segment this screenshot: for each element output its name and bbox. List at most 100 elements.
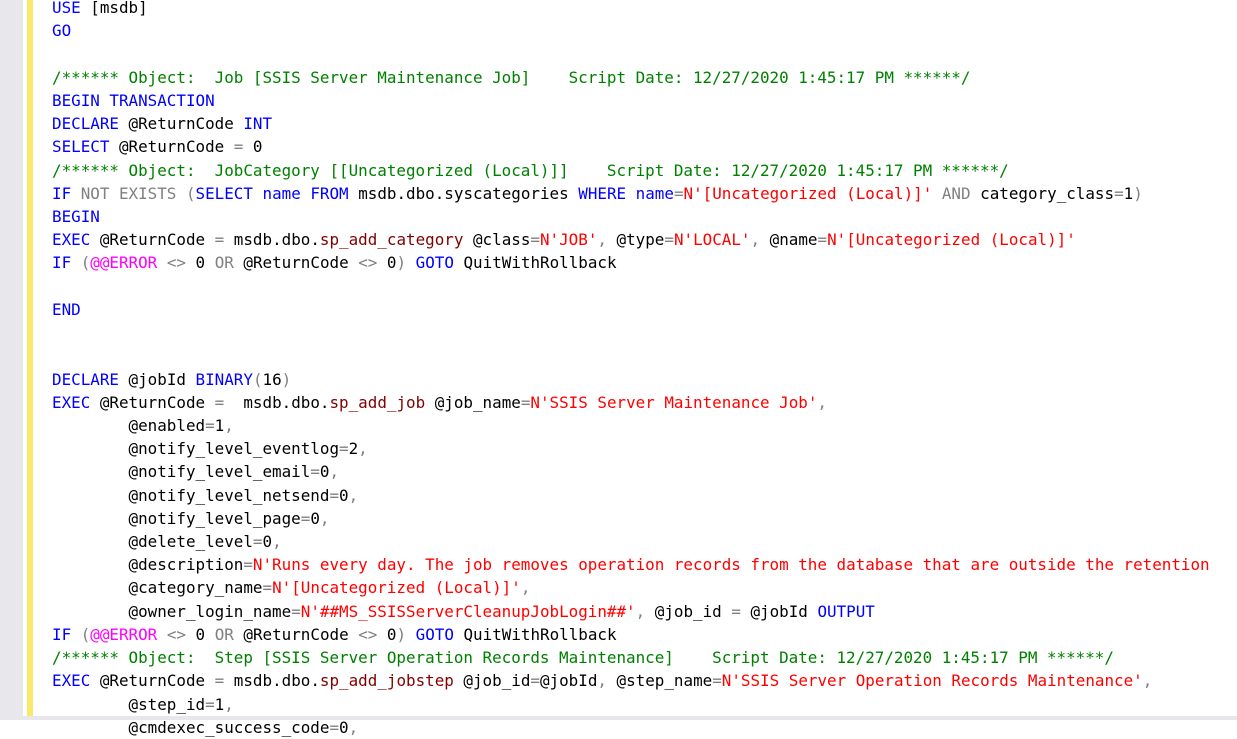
code-token: = xyxy=(233,137,244,157)
code-token: , xyxy=(1142,671,1153,691)
code-token: = xyxy=(817,230,828,250)
code-token: = xyxy=(530,671,540,691)
code-token: 0 xyxy=(195,624,206,644)
code-token: /****** Object: JobCategory [[Uncategori… xyxy=(52,160,1009,180)
code-token: @jobId xyxy=(740,601,818,621)
code-line[interactable]: EXEC @ReturnCode = msdb.dbo.sp_add_jobst… xyxy=(52,669,1237,692)
code-line[interactable]: EXEC @ReturnCode = msdb.dbo.sp_add_job @… xyxy=(52,391,1237,414)
code-token: GOTO xyxy=(415,624,454,644)
code-token: N'LOCAL' xyxy=(673,230,751,250)
code-line[interactable]: @delete_level=0, xyxy=(52,530,1237,553)
code-token: , xyxy=(319,508,330,528)
sql-code-editor[interactable]: USE [msdb] GO /****** Object: Job [SSIS S… xyxy=(52,0,1237,739)
code-line[interactable]: @notify_level_page=0, xyxy=(52,507,1237,530)
code-token: @type xyxy=(616,230,665,250)
code-token: ( xyxy=(252,369,263,389)
code-token: N'Runs every day. The job removes operat… xyxy=(252,555,1210,575)
code-line[interactable]: @description=N'Runs every day. The job r… xyxy=(52,553,1237,576)
code-token: N'[Uncategorized (Local)]' xyxy=(683,183,933,203)
code-line[interactable]: DECLARE @ReturnCode INT xyxy=(52,112,1237,135)
code-token: @delete_level xyxy=(52,532,253,552)
code-line[interactable]: USE [msdb] xyxy=(52,0,1237,19)
code-token: , xyxy=(272,532,282,552)
code-line[interactable]: /****** Object: Step [SSIS Server Operat… xyxy=(52,646,1237,669)
code-token: OR xyxy=(205,253,244,273)
code-token: = xyxy=(243,555,253,575)
code-token: 2 xyxy=(348,439,359,459)
code-token: INT xyxy=(243,114,273,134)
code-token: @step_name xyxy=(616,671,713,691)
code-token: @jobId xyxy=(118,369,196,389)
code-token: msdb.dbo. xyxy=(224,230,320,250)
code-token: N'##MS_SSISServerCleanupJobLogin##' xyxy=(300,601,636,621)
code-token: = xyxy=(214,392,225,412)
code-line[interactable]: @notify_level_eventlog=2, xyxy=(52,437,1237,460)
horizontal-scrollbar[interactable] xyxy=(0,716,1237,720)
code-token: = xyxy=(214,230,225,250)
code-token: BINARY xyxy=(195,369,253,389)
code-token: N'[Uncategorized (Local)]' xyxy=(827,230,1076,250)
code-token: @enabled xyxy=(52,415,206,435)
code-token: = xyxy=(291,601,301,621)
code-token: @ReturnCode xyxy=(90,671,215,691)
code-token: @step_id xyxy=(52,694,206,714)
code-token: 0 xyxy=(243,137,263,157)
code-token: [msdb] xyxy=(80,0,148,17)
code-token: @jobId xyxy=(539,671,598,691)
code-token: @category_name xyxy=(52,578,263,598)
code-line[interactable]: @step_id=1, xyxy=(52,693,1237,716)
code-token: DECLARE xyxy=(52,369,119,389)
code-line[interactable]: BEGIN xyxy=(52,205,1237,228)
code-token: N'[Uncategorized (Local)]' xyxy=(272,578,521,598)
code-line[interactable] xyxy=(52,344,1237,367)
code-token: @notify_level_email xyxy=(52,462,311,482)
code-token: = xyxy=(329,717,340,737)
code-token: EXEC xyxy=(52,671,91,691)
code-line[interactable]: /****** Object: Job [SSIS Server Mainten… xyxy=(52,66,1237,89)
code-line[interactable]: BEGIN TRANSACTION xyxy=(52,89,1237,112)
code-token: 0 xyxy=(310,508,320,528)
code-token: , xyxy=(597,671,617,691)
code-line[interactable]: DECLARE @jobId BINARY(16) xyxy=(52,368,1237,391)
code-line[interactable]: @notify_level_netsend=0, xyxy=(52,484,1237,507)
code-line[interactable]: IF (@@ERROR <> 0 OR @ReturnCode <> 0) GO… xyxy=(52,623,1237,646)
change-tracking-bar xyxy=(27,0,33,716)
code-line[interactable]: IF NOT EXISTS (SELECT name FROM msdb.dbo… xyxy=(52,182,1237,205)
code-token: = xyxy=(300,508,311,528)
code-line[interactable] xyxy=(52,321,1237,344)
code-token: , xyxy=(597,230,617,250)
code-line[interactable]: @owner_login_name=N'##MS_SSISServerClean… xyxy=(52,600,1237,623)
code-token: <> xyxy=(358,624,378,644)
code-token: msdb.dbo. xyxy=(224,671,320,691)
editor-gutter xyxy=(0,0,23,720)
code-token: <> xyxy=(157,624,196,644)
code-token: = xyxy=(214,671,225,691)
code-line[interactable]: END xyxy=(52,298,1237,321)
code-token: 0 xyxy=(377,624,397,644)
code-token: @ReturnCode xyxy=(109,137,234,157)
code-token: OUTPUT xyxy=(817,601,875,621)
code-line[interactable]: IF (@@ERROR <> 0 OR @ReturnCode <> 0) GO… xyxy=(52,251,1237,274)
code-token: USE xyxy=(52,0,81,17)
code-token: N'SSIS Server Operation Records Maintena… xyxy=(721,671,1143,691)
code-line[interactable]: @category_name=N'[Uncategorized (Local)]… xyxy=(52,576,1237,599)
code-token: , xyxy=(224,415,234,435)
code-line[interactable]: SELECT @ReturnCode = 0 xyxy=(52,135,1237,158)
code-token: = xyxy=(329,485,340,505)
code-token: = xyxy=(205,694,215,714)
code-line[interactable]: /****** Object: JobCategory [[Uncategori… xyxy=(52,159,1237,182)
code-line[interactable] xyxy=(52,42,1237,65)
code-line[interactable]: EXEC @ReturnCode = msdb.dbo.sp_add_categ… xyxy=(52,228,1237,251)
code-token: AND xyxy=(932,183,981,203)
code-line[interactable] xyxy=(52,275,1237,298)
code-token: @ReturnCode xyxy=(90,230,215,250)
code-line[interactable]: GO xyxy=(52,19,1237,42)
code-line[interactable]: @enabled=1, xyxy=(52,414,1237,437)
code-line[interactable]: @notify_level_email=0, xyxy=(52,460,1237,483)
code-token: 0 xyxy=(195,253,206,273)
code-token: = xyxy=(664,230,674,250)
code-token: @@ERROR xyxy=(90,624,158,644)
code-token: sp_add_category xyxy=(319,230,464,250)
code-token: ) xyxy=(281,369,292,389)
